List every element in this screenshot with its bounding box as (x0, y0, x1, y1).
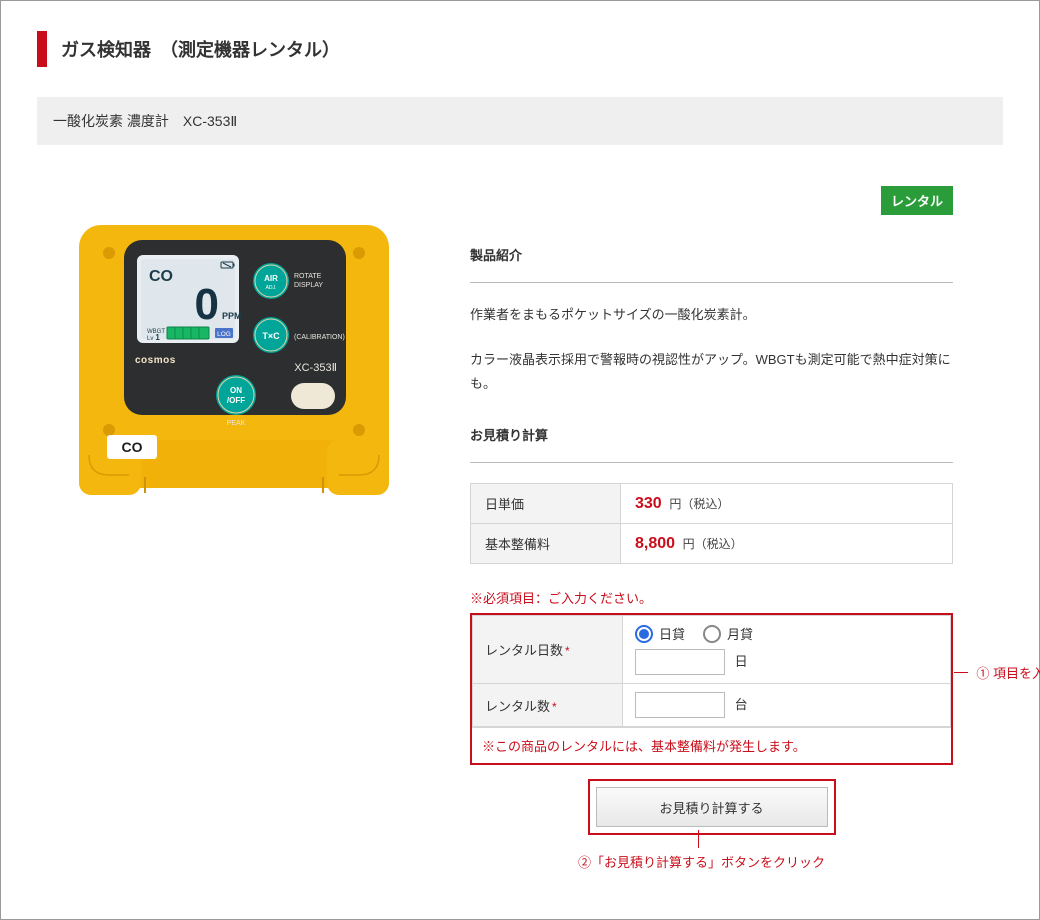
days-input[interactable] (635, 649, 725, 675)
table-row: 日単価 330 円（税込） (471, 484, 953, 524)
gas-detector-icon: CO 0 PPM WBGT Lv1 (69, 215, 399, 505)
page-title: ガス検知器 （測定機器レンタル） (61, 36, 340, 62)
page: ガス検知器 （測定機器レンタル） 一酸化炭素 濃度計 XC-353Ⅱ レンタル (0, 0, 1040, 920)
page-title-block: ガス検知器 （測定機器レンタル） (37, 31, 1003, 67)
accent-bar-icon (37, 31, 47, 67)
callout-line-icon (954, 672, 968, 673)
svg-text:0: 0 (194, 280, 218, 329)
price-value-setup: 8,800 円（税込） (621, 524, 953, 564)
svg-text:AIR: AIR (264, 274, 278, 283)
rental-form-table: レンタル日数* 日貸 月貸 日 (472, 615, 951, 727)
callout-1-text: ① 項目を入力 (976, 663, 1040, 682)
product-image-column: CO 0 PPM WBGT Lv1 (37, 190, 430, 835)
svg-text:LOG: LOG (217, 331, 231, 338)
callout-line-icon (698, 830, 699, 848)
form-qty-label-cell: レンタル数* (473, 684, 623, 727)
price-value-daily: 330 円（税込） (621, 484, 953, 524)
callout-input-items: ① 項目を入力 (954, 663, 1040, 682)
intro-text-1: 作業者をまもるポケットサイズの一酸化炭素計。 (470, 303, 953, 328)
form-days-label-cell: レンタル日数* (473, 616, 623, 684)
divider (470, 282, 953, 283)
radio-daily[interactable] (635, 625, 653, 643)
svg-text:/OFF: /OFF (226, 396, 244, 405)
table-row: レンタル数* 台 (473, 684, 951, 727)
svg-text:DISPLAY: DISPLAY (294, 282, 323, 289)
quote-button-highlight: お見積り計算する (588, 779, 836, 835)
svg-text:PEAK: PEAK (226, 420, 245, 427)
svg-text:cosmos: cosmos (135, 355, 176, 366)
radio-monthly[interactable] (703, 625, 721, 643)
price-label-setup: 基本整備料 (471, 524, 621, 564)
svg-text:ADJ.: ADJ. (265, 285, 276, 291)
callout-button-click: ②「お見積り計算する」ボタンをクリック (578, 830, 825, 871)
required-asterisk: * (565, 644, 570, 658)
divider (470, 462, 953, 463)
form-qty-input-cell: 台 (623, 684, 951, 727)
svg-text:(CALIBRATION): (CALIBRATION) (294, 334, 345, 341)
setup-fee-note: ※この商品のレンタルには、基本整備料が発生します。 (472, 727, 951, 763)
qty-unit: 台 (735, 697, 748, 712)
form-days-label: レンタル日数 (485, 643, 563, 658)
info-column: 製品紹介 作業者をまもるポケットサイズの一酸化炭素計。 カラー液晶表示採用で警報… (470, 190, 1003, 835)
main-content: CO 0 PPM WBGT Lv1 (37, 190, 1003, 835)
required-note: ※必須項目：ご入力ください。 (470, 588, 953, 607)
quote-calculate-button[interactable]: お見積り計算する (596, 787, 828, 827)
svg-text:XC-353Ⅱ: XC-353Ⅱ (294, 362, 337, 374)
quote-heading: お見積り計算 (470, 425, 953, 444)
table-row: 基本整備料 8,800 円（税込） (471, 524, 953, 564)
quote-button-label: お見積り計算する (659, 798, 763, 817)
svg-text:ON: ON (230, 386, 242, 395)
rental-form-highlight: レンタル日数* 日貸 月貸 日 (470, 613, 953, 765)
days-unit: 日 (735, 654, 748, 669)
radio-monthly-label: 月貸 (727, 624, 753, 643)
form-qty-label: レンタル数 (485, 699, 550, 714)
svg-text:PPM: PPM (222, 311, 242, 321)
callout-2-text: ②「お見積り計算する」ボタンをクリック (578, 852, 825, 871)
svg-text:ROTATE: ROTATE (294, 273, 322, 280)
form-days-input-cell: 日貸 月貸 日 (623, 616, 951, 684)
svg-text:CO: CO (149, 268, 173, 285)
intro-text-2: カラー液晶表示採用で警報時の視認性がアップ。WBGTも測定可能で熱中症対策にも。 (470, 348, 953, 397)
qty-input[interactable] (635, 692, 725, 718)
rental-type-options: 日貸 月貸 (635, 624, 938, 643)
required-asterisk: * (552, 700, 557, 714)
price-label-daily: 日単価 (471, 484, 621, 524)
radio-daily-label: 日貸 (659, 624, 685, 643)
product-subheader: 一酸化炭素 濃度計 XC-353Ⅱ (37, 97, 1003, 145)
table-row: レンタル日数* 日貸 月貸 日 (473, 616, 951, 684)
product-image: CO 0 PPM WBGT Lv1 (37, 215, 430, 835)
intro-heading: 製品紹介 (470, 245, 953, 264)
svg-text:CO: CO (121, 439, 142, 455)
svg-text:T×C: T×C (262, 331, 280, 341)
price-table: 日単価 330 円（税込） 基本整備料 8,800 円（税込） (470, 483, 953, 564)
